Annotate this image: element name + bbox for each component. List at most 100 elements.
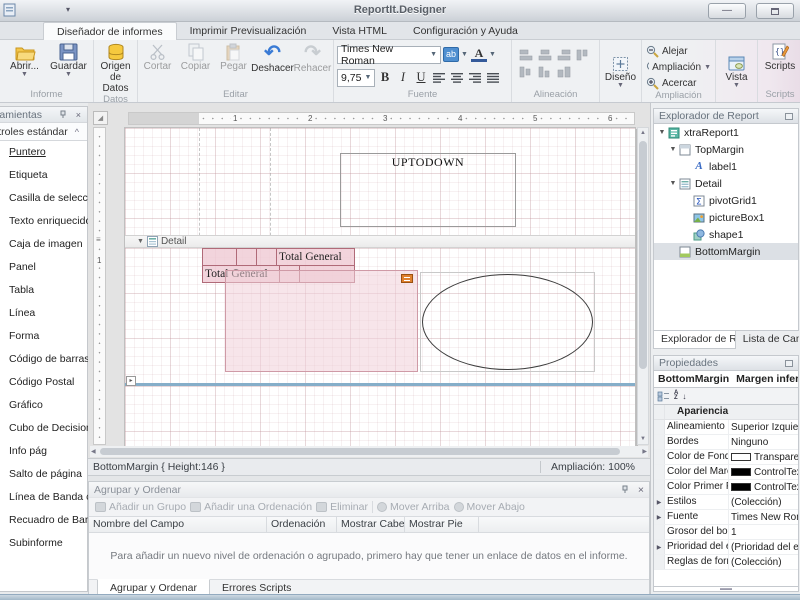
tree-node-xtrareport1[interactable]: ▼ xtraReport1: [654, 124, 798, 141]
scroll-left-icon[interactable]: ◀: [91, 448, 96, 455]
tab-lista-de-campo[interactable]: Lista de Campo: [736, 331, 799, 349]
ampliacion-button[interactable]: Ampliación ▼: [646, 61, 711, 74]
smart-tag-icon[interactable]: [401, 274, 413, 283]
pin-icon[interactable]: [59, 110, 68, 119]
tab-explorador-de-report[interactable]: Explorador de Report: [653, 331, 736, 349]
vertical-scroll-thumb[interactable]: [639, 141, 647, 369]
toolbox-item-puntero[interactable]: Puntero: [0, 141, 87, 164]
align-right-button[interactable]: [467, 69, 483, 86]
toolbox-item-tabla[interactable]: Tabla: [0, 279, 87, 302]
column-mostrar-pie[interactable]: Mostrar Pie: [405, 517, 479, 532]
pivot-cell[interactable]: [257, 248, 277, 266]
close-icon[interactable]: ×: [76, 110, 81, 120]
property-category-apariencia[interactable]: Apariencia: [654, 405, 798, 420]
property-row-color-de-fondo[interactable]: Color de Fondo Transparent: [654, 450, 798, 465]
horizontal-scrollbar[interactable]: ◀ ▶: [90, 446, 648, 457]
property-row-bordes[interactable]: Bordes Ninguno: [654, 435, 798, 450]
tab-disenador-de-informes[interactable]: Diseñador de informes: [43, 22, 177, 40]
expand-arrow-icon[interactable]: ▶: [654, 510, 665, 524]
toolbox-item-info-pag[interactable]: Info pág: [0, 440, 87, 463]
toolbox-item-linea-de-banda[interactable]: Línea de Banda cr...: [0, 486, 103, 509]
scroll-right-icon[interactable]: ▶: [642, 448, 647, 455]
guardar-button[interactable]: Guardar ▼: [47, 41, 91, 78]
tree-node-shape1[interactable]: shape1: [654, 226, 798, 243]
toolbox-item-linea[interactable]: Línea: [0, 302, 87, 325]
property-row-estilos[interactable]: ▶ Estilos (Colección): [654, 495, 798, 510]
bottom-margin-band[interactable]: [125, 386, 635, 448]
alphabetical-sort-button[interactable]: AZ: [674, 390, 678, 401]
ruler-corner[interactable]: ◢: [93, 111, 108, 125]
origen-de-datos-button[interactable]: Origen de Datos: [96, 41, 136, 94]
abrir-button[interactable]: Abrir... ▼: [3, 41, 47, 78]
chevron-down-icon[interactable]: ▼: [461, 51, 469, 58]
property-row-alineamiento[interactable]: Alineamiento de Superior Izquierdo: [654, 420, 798, 435]
font-size-combo[interactable]: 9,75 ▼: [337, 68, 375, 87]
bold-button[interactable]: B: [377, 69, 393, 86]
move-up-button[interactable]: Mover Arriba: [377, 501, 450, 513]
vertical-scrollbar[interactable]: ▲ ▼: [637, 127, 649, 445]
property-row-color-del-marco[interactable]: Color del Marco ControlText: [654, 465, 798, 480]
scripts-button[interactable]: {} Scripts: [760, 41, 800, 72]
tab-vista-html[interactable]: Vista HTML: [319, 22, 400, 39]
diseno-button[interactable]: Diseño ▼: [601, 54, 641, 89]
band-expander[interactable]: ▸: [126, 376, 136, 386]
alejar-button[interactable]: Alejar: [646, 45, 711, 58]
toolbox-item-panel[interactable]: Panel: [0, 256, 87, 279]
tree-node-topmargin[interactable]: ▼ TopMargin: [654, 141, 798, 158]
toolbox-item-texto-enriquecido[interactable]: Texto enriquecido: [0, 210, 91, 233]
tab-imprimir-previsualizacion[interactable]: Imprimir Previsualización: [177, 22, 320, 39]
toolbox-item-cubo-de-decisiones[interactable]: Cubo de Decisiones: [0, 417, 103, 440]
tab-configuracion-y-ayuda[interactable]: Configuración y Ayuda: [400, 22, 531, 39]
toolbox-item-etiqueta[interactable]: Etiqueta: [0, 164, 87, 187]
justify-button[interactable]: [485, 69, 501, 86]
expand-arrow-icon[interactable]: ▼: [668, 180, 678, 187]
align-tops-button[interactable]: [576, 49, 590, 61]
copiar-button[interactable]: Copiar: [177, 41, 215, 72]
align-left-button[interactable]: [431, 69, 447, 86]
pin-icon[interactable]: [785, 359, 793, 367]
align-bottoms-button[interactable]: [538, 66, 552, 78]
pegar-button[interactable]: Pegar: [215, 41, 253, 72]
tree-node-bottommargin[interactable]: BottomMargin: [654, 243, 798, 260]
acercar-button[interactable]: Acercar: [646, 77, 711, 90]
pin-icon[interactable]: [621, 485, 630, 494]
property-row-reglas-de-formato[interactable]: Reglas de forma (Colección): [654, 555, 798, 570]
ruler-handle[interactable]: ≡: [96, 236, 101, 244]
align-centers-button[interactable]: [538, 49, 552, 61]
align-center-button[interactable]: [449, 69, 465, 86]
expand-arrow-icon[interactable]: ▶: [654, 540, 665, 554]
status-zoom-level[interactable]: Ampliación: 100%: [539, 461, 645, 473]
move-down-button[interactable]: Mover Abajo: [453, 501, 525, 513]
collapse-triangle-icon[interactable]: ▼: [137, 238, 144, 245]
categorized-view-button[interactable]: [657, 391, 670, 402]
font-color-button[interactable]: A: [471, 47, 487, 62]
deshacer-button[interactable]: ↶ Deshacer: [251, 41, 294, 74]
column-ordenacion[interactable]: Ordenación: [267, 517, 337, 532]
delete-button[interactable]: Eliminar: [316, 501, 368, 513]
toolbox-item-caja-de-imagen[interactable]: Caja de imagen: [0, 233, 87, 256]
tree-node-pivotgrid1[interactable]: Σ pivotGrid1: [654, 192, 798, 209]
align-middles-button[interactable]: [519, 66, 533, 78]
pin-icon[interactable]: [785, 112, 793, 120]
toolbox-item-subinforme[interactable]: Subinforme: [0, 532, 87, 555]
maximize-button[interactable]: [756, 3, 794, 19]
italic-button[interactable]: I: [395, 69, 411, 86]
text-highlight-button[interactable]: ab: [443, 47, 459, 62]
pivot-grid-body[interactable]: [225, 270, 418, 372]
tree-node-detail[interactable]: ▼ Detail: [654, 175, 798, 192]
toolbox-item-codigo-postal[interactable]: Código Postal: [0, 371, 87, 394]
vista-button[interactable]: Vista ▼: [717, 54, 757, 89]
property-row-grosor-del-borde[interactable]: Grosor del bord 1: [654, 525, 798, 540]
rehacer-button[interactable]: ↷ Rehacer: [293, 41, 333, 74]
detail-band-header[interactable]: ▼ Detail: [125, 235, 635, 248]
property-row-prioridad-del-estilo[interactable]: ▶ Prioridad del es (Prioridad del estilo…: [654, 540, 798, 555]
expand-arrow-icon[interactable]: ▶: [654, 495, 665, 509]
shape1-control[interactable]: [420, 272, 595, 372]
align-rights-button[interactable]: [557, 49, 571, 61]
column-mostrar-cabecera[interactable]: Mostrar Cabec...: [337, 517, 405, 532]
toolbox-section-controles-estandar[interactable]: Controles estándar ^: [0, 123, 87, 141]
pivot-cell[interactable]: [237, 248, 257, 266]
cortar-button[interactable]: Cortar: [139, 41, 177, 72]
property-row-color-primer-plano[interactable]: Color Primer Pla ControlText: [654, 480, 798, 495]
tree-node-label1[interactable]: A label1: [654, 158, 798, 175]
